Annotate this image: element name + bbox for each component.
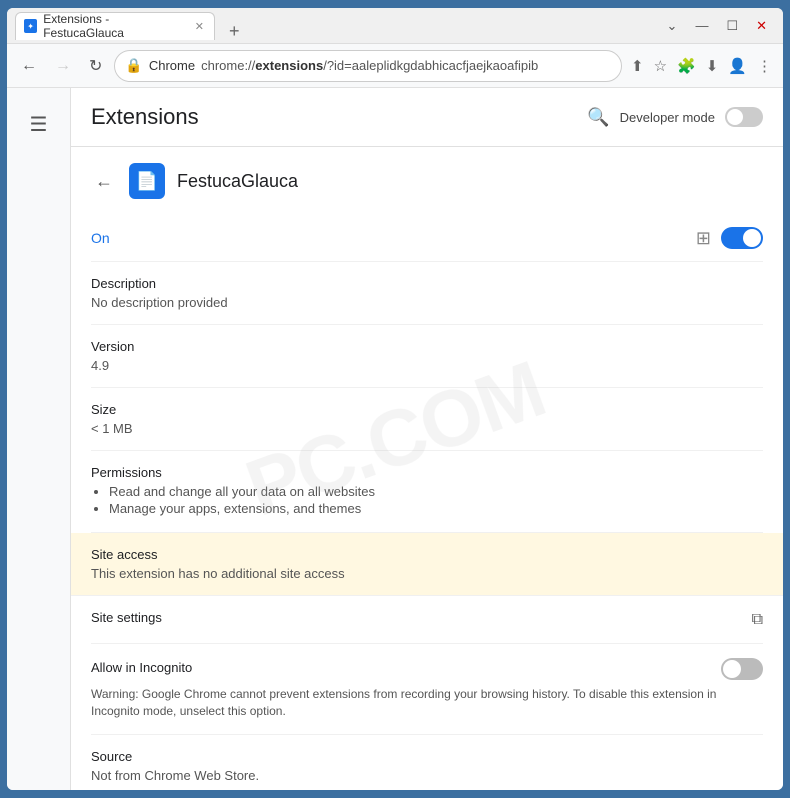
browser-window: Extensions - FestucaGlauca ✕ + ⌄ — ☐ ✕ ←… [5,6,785,792]
lock-icon: 🔒 [125,57,142,74]
url-bold: extensions [255,58,323,73]
developer-mode-label: Developer mode [620,110,715,125]
size-value: < 1 MB [91,421,763,436]
extension-icon [129,163,165,199]
status-label: On [91,230,110,246]
developer-mode-toggle[interactable] [725,107,763,127]
version-value: 4.9 [91,358,763,373]
version-label: Version [91,339,763,354]
permissions-list: Read and change all your data on all web… [91,484,763,516]
bookmark-button[interactable]: ☆ [651,54,670,78]
site-access-row: Site access This extension has no additi… [71,533,783,596]
site-access-value: This extension has no additional site ac… [91,566,763,581]
permissions-row: Permissions Read and change all your dat… [91,451,763,533]
back-navigation: ← FestucaGlauca [91,163,763,199]
titlebar: Extensions - FestucaGlauca ✕ + ⌄ — ☐ ✕ [7,8,783,44]
minimize-button[interactable]: — [687,14,716,37]
tab-favicon [24,19,37,33]
site-settings-label: Site settings [91,610,162,625]
sidebar: ☰ [7,88,71,790]
back-to-extensions-button[interactable]: ← [91,167,117,196]
address-bar[interactable]: 🔒 Chrome chrome://extensions/?id=aalepli… [114,50,622,82]
tab-area: Extensions - FestucaGlauca ✕ + [15,12,651,40]
extensions-menu-button[interactable]: 🧩 [674,54,699,78]
share-button[interactable]: ⬆ [628,54,647,78]
download-button[interactable]: ⬇ [703,54,722,78]
source-row: Source Not from Chrome Web Store. [91,735,763,790]
extensions-main: Extensions 🔍 Developer mode ← FestucaGla… [71,88,783,790]
incognito-top: Allow in Incognito [91,658,763,680]
description-value: No description provided [91,295,763,310]
navigation-bar: ← → ↻ 🔒 Chrome chrome://extensions/?id=a… [7,44,783,88]
version-row: Version 4.9 [91,325,763,388]
extensions-layout: ☰ Extensions 🔍 Developer mode [7,88,783,790]
status-controls: ⊞ [696,227,763,249]
status-row: On ⊞ [91,215,763,262]
permissions-value: Read and change all your data on all web… [91,484,763,516]
search-button[interactable]: 🔍 [587,107,609,128]
chrome-menu-button[interactable]: ⋮ [754,54,775,78]
new-tab-button[interactable]: + [223,22,246,40]
address-actions: ⬆ ☆ 🧩 ⬇ 👤 ⋮ [628,54,775,78]
page-wrapper: ☰ Extensions 🔍 Developer mode [7,88,783,790]
maximize-button[interactable]: ☐ [718,14,746,38]
extensions-page-title: Extensions [91,104,199,130]
close-button[interactable]: ✕ [748,14,775,38]
external-link-icon: ⧉ [752,611,763,629]
active-tab[interactable]: Extensions - FestucaGlauca ✕ [15,12,215,40]
extension-detail: ← FestucaGlauca On ⊞ Descrip [71,147,783,790]
permission-item: Manage your apps, extensions, and themes [109,501,763,516]
header-right: 🔍 Developer mode [587,107,763,128]
tab-close-button[interactable]: ✕ [195,20,204,33]
window-controls: ⌄ — ☐ ✕ [659,14,775,38]
forward-button[interactable]: → [49,53,77,79]
chevron-down-button[interactable]: ⌄ [659,14,686,38]
sidebar-menu-button[interactable]: ☰ [22,104,56,145]
address-url: chrome://extensions/?id=aaleplidkgdabhic… [201,58,611,73]
profile-button[interactable]: 👤 [725,54,750,78]
incognito-row: Allow in Incognito Warning: Google Chrom… [91,644,763,735]
description-row: Description No description provided [91,262,763,325]
source-label: Source [91,749,763,764]
size-label: Size [91,402,763,417]
source-value: Not from Chrome Web Store. [91,768,763,783]
incognito-warning: Warning: Google Chrome cannot prevent ex… [91,686,763,720]
incognito-label: Allow in Incognito [91,660,192,675]
grid-icon[interactable]: ⊞ [696,228,711,249]
back-button[interactable]: ← [15,53,43,79]
permission-item: Read and change all your data on all web… [109,484,763,499]
incognito-toggle[interactable] [721,658,763,680]
permissions-label: Permissions [91,465,763,480]
site-settings-row[interactable]: Site settings ⧉ [91,596,763,644]
extensions-header: Extensions 🔍 Developer mode [71,88,783,147]
description-label: Description [91,276,763,291]
tab-title: Extensions - FestucaGlauca [43,12,185,40]
chrome-label: Chrome [149,58,195,73]
extension-name: FestucaGlauca [177,171,298,192]
size-row: Size < 1 MB [91,388,763,451]
extension-enabled-toggle[interactable] [721,227,763,249]
site-access-label: Site access [91,547,763,562]
reload-button[interactable]: ↻ [83,52,108,80]
